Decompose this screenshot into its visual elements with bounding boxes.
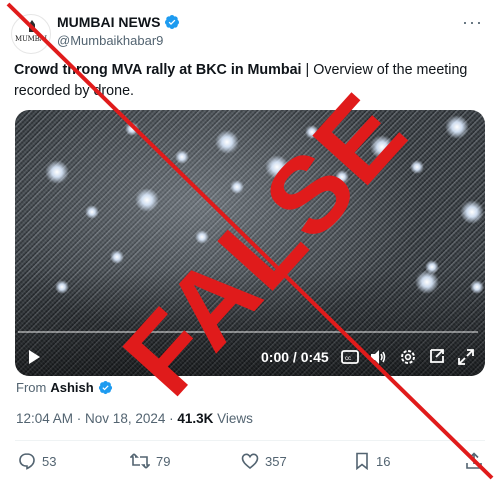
crowd-light: [460, 200, 484, 224]
from-name[interactable]: Ashish: [50, 380, 93, 395]
crowd-light: [135, 188, 159, 212]
action-bar: 53 79 357 16: [16, 452, 486, 472]
share-button[interactable]: [465, 452, 483, 470]
tweet-date[interactable]: Nov 18, 2024: [85, 411, 165, 426]
heart-icon: [241, 453, 259, 470]
crowd-light: [335, 170, 349, 184]
video-time: 0:00 / 0:45: [261, 349, 329, 365]
tweet-meta: 12:04 AM · Nov 18, 2024 · 41.3K Views: [16, 411, 253, 426]
crowd-light: [415, 270, 439, 294]
video-progress-bar[interactable]: [18, 331, 478, 333]
verified-badge-icon: [165, 15, 180, 29]
crowd-light: [45, 160, 69, 184]
crowd-light: [305, 125, 319, 139]
account-name[interactable]: MUMBAI NEWS: [57, 14, 160, 30]
bookmark-count: 16: [376, 453, 391, 469]
crowd-light: [110, 250, 124, 264]
crowd-light: [265, 155, 289, 179]
play-icon[interactable]: [27, 349, 41, 365]
more-options-icon[interactable]: ···: [462, 12, 483, 33]
like-button[interactable]: 357: [241, 452, 287, 470]
crowd-light: [230, 180, 244, 194]
video-source: From Ashish: [16, 380, 113, 395]
views-label: Views: [217, 411, 253, 426]
video-controls: 0:00 / 0:45 cc: [15, 345, 485, 371]
repost-button[interactable]: 79: [130, 452, 170, 470]
from-label: From: [16, 380, 47, 395]
crowd-light: [370, 135, 394, 159]
divider: [15, 440, 485, 441]
reply-count: 53: [42, 453, 57, 469]
tweet-headline: Crowd throng MVA rally at BKC in Mumbai: [14, 62, 302, 78]
bookmark-button[interactable]: 16: [354, 452, 390, 470]
fullscreen-icon[interactable]: [457, 348, 475, 366]
volume-icon[interactable]: [369, 348, 387, 366]
crowd-light: [195, 230, 209, 244]
crowd-light: [445, 115, 469, 139]
verified-badge-icon: [98, 380, 112, 395]
tweet-separator: |: [301, 62, 314, 78]
crowd-light: [85, 205, 99, 219]
captions-icon[interactable]: cc: [341, 349, 359, 365]
gateway-logo-icon: [29, 20, 35, 32]
crowd-light: [175, 150, 189, 164]
crowd-light: [215, 130, 239, 154]
like-count: 357: [265, 453, 287, 469]
reply-icon: [19, 453, 35, 470]
svg-text:cc: cc: [345, 356, 351, 362]
video-player[interactable]: [15, 110, 485, 376]
repost-count: 79: [156, 453, 171, 469]
crowd-light: [55, 280, 69, 294]
crowd-light: [125, 122, 139, 136]
crowd-light: [410, 160, 424, 174]
meta-dot: ·: [165, 411, 178, 426]
bookmark-icon: [356, 452, 368, 470]
tweet-text: Crowd throng MVA rally at BKC in Mumbai …: [14, 60, 484, 102]
reply-button[interactable]: 53: [18, 452, 56, 470]
tweet-header: MUMBAI MUMBAI NEWS @Mumbaikhabar9 ···: [11, 12, 491, 54]
picture-in-picture-icon[interactable]: [428, 347, 446, 365]
views-count: 41.3K: [177, 411, 214, 426]
repost-icon: [130, 453, 150, 469]
avatar-logo-text: MUMBAI: [15, 35, 47, 43]
meta-dot: ·: [73, 411, 86, 426]
name-row: MUMBAI NEWS: [57, 14, 180, 30]
avatar[interactable]: MUMBAI: [11, 14, 51, 54]
tweet-time[interactable]: 12:04 AM: [16, 411, 73, 426]
account-handle[interactable]: @Mumbaikhabar9: [57, 33, 163, 48]
share-icon: [466, 452, 482, 469]
settings-gear-icon[interactable]: [399, 348, 417, 366]
crowd-light: [470, 280, 484, 294]
